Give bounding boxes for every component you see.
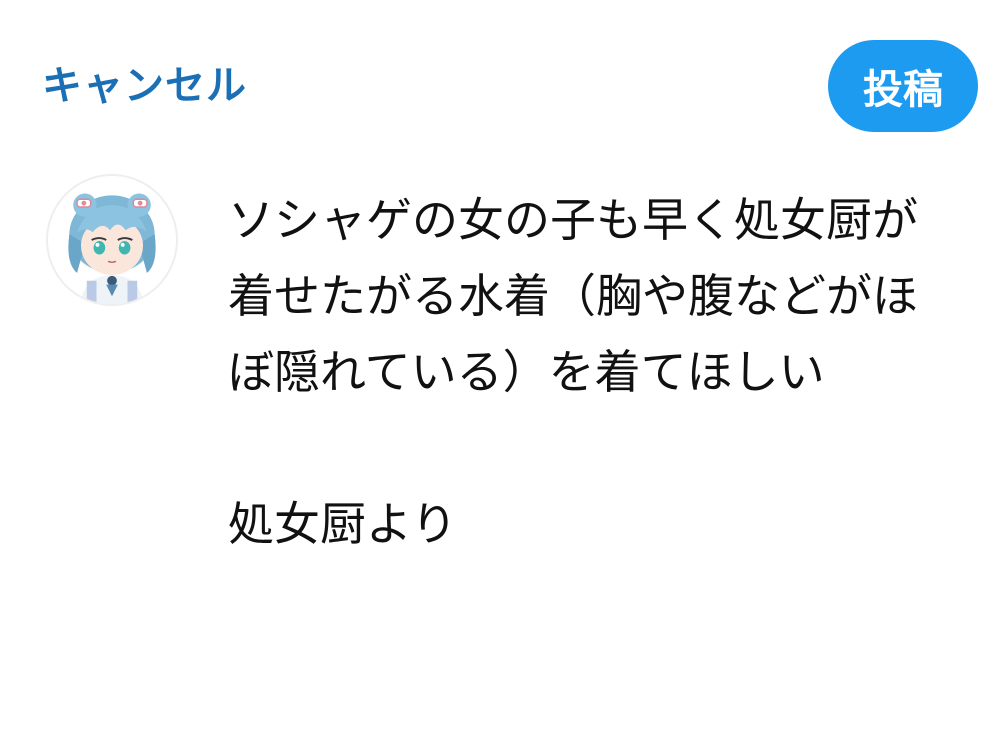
cancel-button[interactable]: キャンセル bbox=[42, 58, 247, 114]
compose-textarea[interactable]: ソシャゲの女の子も早く処女厨が着せたがる水着（胸や腹などがほぼ隠れている）を着て… bbox=[228, 182, 928, 562]
compose-signature-text: 処女厨より bbox=[228, 497, 458, 551]
post-button[interactable]: 投稿 bbox=[828, 40, 978, 132]
user-avatar-icon bbox=[68, 193, 156, 304]
compose-body-text: ソシャゲの女の子も早く処女厨が着せたがる水着（胸や腹などがほぼ隠れている）を着て… bbox=[228, 193, 918, 399]
avatar[interactable] bbox=[46, 174, 178, 306]
